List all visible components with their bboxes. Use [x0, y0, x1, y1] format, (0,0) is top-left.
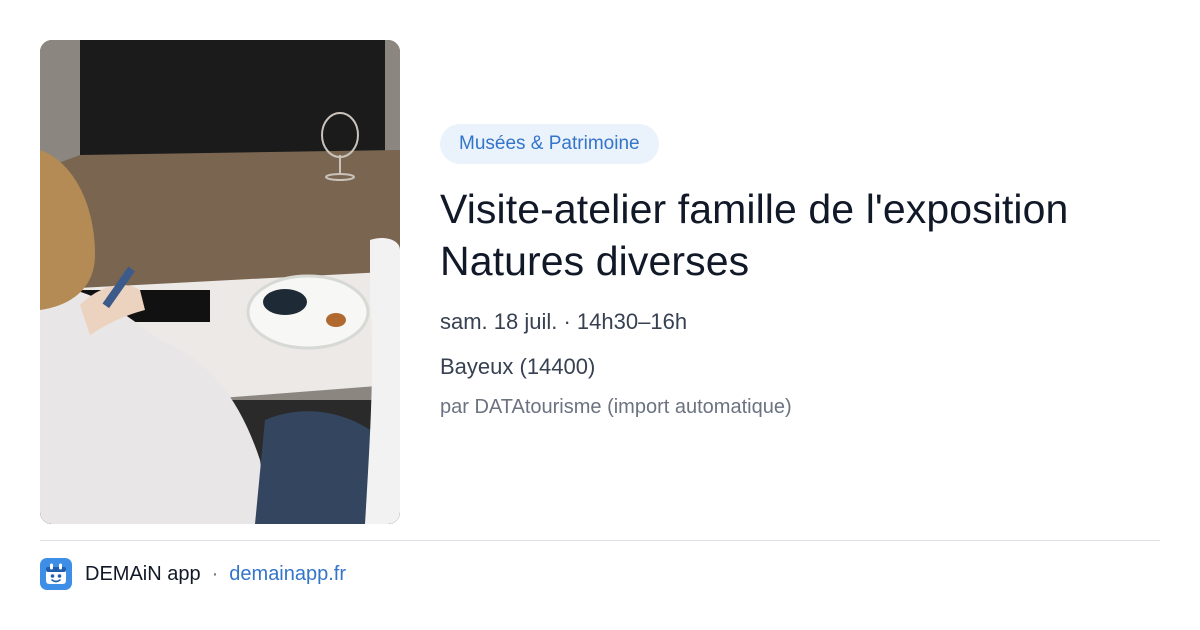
- app-website-link[interactable]: demainapp.fr: [229, 563, 346, 586]
- app-footer: DEMAiN app · demainapp.fr: [40, 558, 346, 590]
- event-share-card: Musées & Patrimoine Visite-atelier famil…: [0, 0, 1200, 630]
- demain-app-logo-icon: [40, 558, 72, 590]
- event-date: sam. 18 juil. · 14h30–16h: [440, 309, 688, 334]
- event-photo-illustration: [40, 40, 400, 524]
- footer-separator: ·: [211, 562, 219, 585]
- footer-divider: [40, 540, 1160, 541]
- event-location: Bayeux (14400): [440, 354, 596, 379]
- category-badge[interactable]: Musées & Patrimoine: [440, 124, 659, 164]
- event-source: par DATAtourisme (import automatique): [440, 396, 792, 418]
- app-name: DEMAiN app: [85, 562, 201, 585]
- event-title: Visite-atelier famille de l'exposition N…: [440, 186, 1069, 284]
- event-details: Musées & Patrimoine Visite-atelier famil…: [440, 124, 1160, 421]
- event-photo: [40, 40, 400, 524]
